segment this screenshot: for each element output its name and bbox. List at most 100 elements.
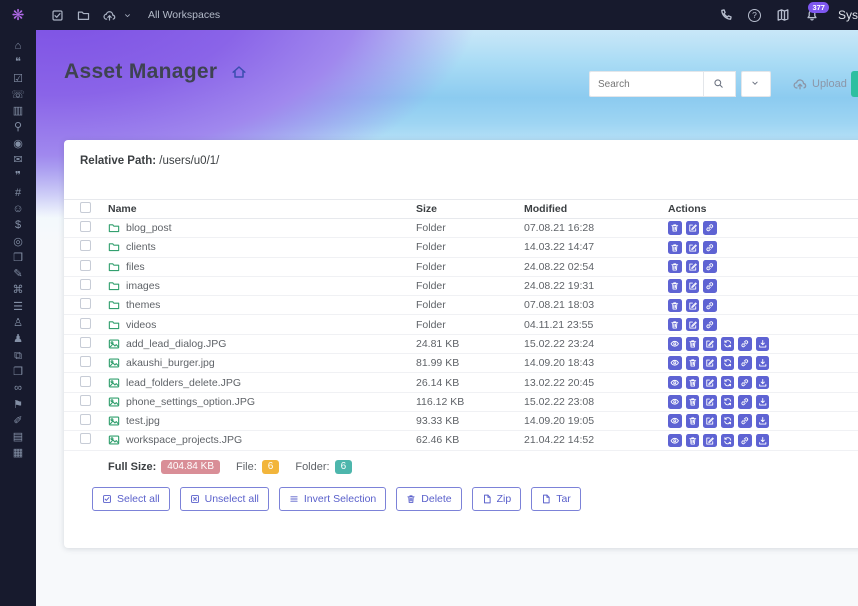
file-name[interactable]: add_lead_dialog.JPG [126, 338, 226, 350]
list-icon[interactable]: ☰ [13, 301, 23, 313]
column-header-size[interactable]: Size [416, 203, 524, 215]
help-icon[interactable]: ? [748, 9, 761, 22]
row-checkbox[interactable] [80, 318, 91, 329]
link-action-button[interactable] [738, 376, 752, 390]
user-menu[interactable]: System [838, 8, 858, 22]
edit-action-button[interactable] [703, 356, 717, 370]
link-action-button[interactable] [703, 318, 717, 332]
upload-button[interactable]: Upload [793, 77, 847, 91]
file-name[interactable]: clients [126, 241, 156, 253]
infinity-icon[interactable]: ∞ [14, 382, 22, 394]
edit-action-button[interactable] [703, 376, 717, 390]
tasks-icon[interactable] [51, 9, 64, 22]
chart-icon[interactable]: ▥ [13, 105, 23, 117]
link-action-button[interactable] [703, 260, 717, 274]
edit-icon[interactable]: ✎ [13, 268, 22, 280]
box-icon[interactable]: ❐ [13, 366, 23, 378]
row-checkbox[interactable] [80, 433, 91, 444]
comment-icon[interactable]: ❞ [15, 170, 21, 182]
eye-icon[interactable]: ◉ [13, 138, 23, 150]
row-checkbox[interactable] [80, 376, 91, 387]
hash-icon[interactable]: # [15, 187, 21, 199]
folder-icon[interactable] [77, 9, 90, 22]
zip-button[interactable]: Zip [472, 487, 522, 511]
users-icon[interactable]: ♟ [13, 333, 23, 345]
add-button[interactable] [851, 71, 858, 97]
delete-action-button[interactable] [686, 434, 700, 448]
tar-button[interactable]: Tar [531, 487, 581, 511]
copy-icon[interactable]: ⧉ [14, 350, 22, 362]
mail-icon[interactable]: ✉ [13, 154, 22, 166]
link-action-button[interactable] [738, 434, 752, 448]
phone-icon[interactable]: ☏ [11, 89, 25, 101]
sync-action-button[interactable] [721, 337, 735, 351]
phone-icon[interactable] [719, 8, 733, 22]
view-action-button[interactable] [668, 434, 682, 448]
workspace-selector[interactable]: All Workspaces [148, 9, 220, 21]
row-checkbox[interactable] [80, 337, 91, 348]
edit-action-button[interactable] [703, 434, 717, 448]
download-action-button[interactable] [756, 376, 770, 390]
delete-action-button[interactable] [668, 279, 682, 293]
row-checkbox[interactable] [80, 395, 91, 406]
billing-icon[interactable]: $ [15, 219, 21, 231]
search-options-button[interactable] [741, 71, 771, 97]
search-icon[interactable]: ⚲ [14, 121, 22, 133]
link-action-button[interactable] [703, 241, 717, 255]
tag-icon[interactable]: ⚑ [13, 399, 23, 411]
sync-action-button[interactable] [721, 414, 735, 428]
sync-action-button[interactable] [721, 395, 735, 409]
delete-action-button[interactable] [686, 376, 700, 390]
app-logo-icon[interactable]: ❋ [0, 6, 36, 24]
chat-icon[interactable]: ❝ [15, 56, 21, 68]
column-header-name[interactable]: Name [108, 203, 416, 215]
row-checkbox[interactable] [80, 260, 91, 271]
add-user-icon[interactable]: ☺ [12, 203, 23, 215]
view-action-button[interactable] [668, 395, 682, 409]
download-action-button[interactable] [756, 395, 770, 409]
sync-action-button[interactable] [721, 376, 735, 390]
grid-icon[interactable]: ▦ [13, 447, 23, 459]
delete-action-button[interactable] [686, 337, 700, 351]
sync-action-button[interactable] [721, 356, 735, 370]
download-action-button[interactable] [756, 434, 770, 448]
gift-icon[interactable]: ❒ [13, 252, 23, 264]
column-header-modified[interactable]: Modified [524, 203, 668, 215]
row-checkbox[interactable] [80, 240, 91, 251]
knowledge-base-icon[interactable] [776, 8, 790, 22]
select-all-button[interactable]: Select all [92, 487, 170, 511]
unselect-all-button[interactable]: Unselect all [180, 487, 269, 511]
view-action-button[interactable] [668, 414, 682, 428]
notifications-bell-icon[interactable]: 377 [805, 8, 819, 22]
view-action-button[interactable] [668, 376, 682, 390]
edit-action-button[interactable] [686, 260, 700, 274]
edit-action-button[interactable] [703, 337, 717, 351]
home-icon[interactable] [231, 64, 247, 80]
select-all-checkbox[interactable] [80, 202, 91, 213]
link-action-button[interactable] [738, 414, 752, 428]
row-checkbox[interactable] [80, 414, 91, 425]
link-action-button[interactable] [703, 299, 717, 313]
edit-action-button[interactable] [686, 221, 700, 235]
search-input[interactable] [589, 71, 703, 97]
pen-icon[interactable]: ✐ [13, 415, 22, 427]
delete-action-button[interactable] [668, 318, 682, 332]
file-name[interactable]: phone_settings_option.JPG [126, 396, 255, 408]
edit-action-button[interactable] [686, 318, 700, 332]
delete-action-button[interactable] [668, 299, 682, 313]
link-action-button[interactable] [703, 221, 717, 235]
file-name[interactable]: themes [126, 299, 160, 311]
delete-action-button[interactable] [686, 356, 700, 370]
row-checkbox[interactable] [80, 298, 91, 309]
file-name[interactable]: blog_post [126, 222, 172, 234]
download-action-button[interactable] [756, 414, 770, 428]
row-checkbox[interactable] [80, 279, 91, 290]
delete-action-button[interactable] [668, 241, 682, 255]
delete-action-button[interactable] [686, 414, 700, 428]
view-action-button[interactable] [668, 337, 682, 351]
file-name[interactable]: videos [126, 319, 156, 331]
target-icon[interactable]: ◎ [13, 236, 23, 248]
download-action-button[interactable] [756, 356, 770, 370]
edit-action-button[interactable] [686, 279, 700, 293]
file-name[interactable]: akaushi_burger.jpg [126, 357, 215, 369]
